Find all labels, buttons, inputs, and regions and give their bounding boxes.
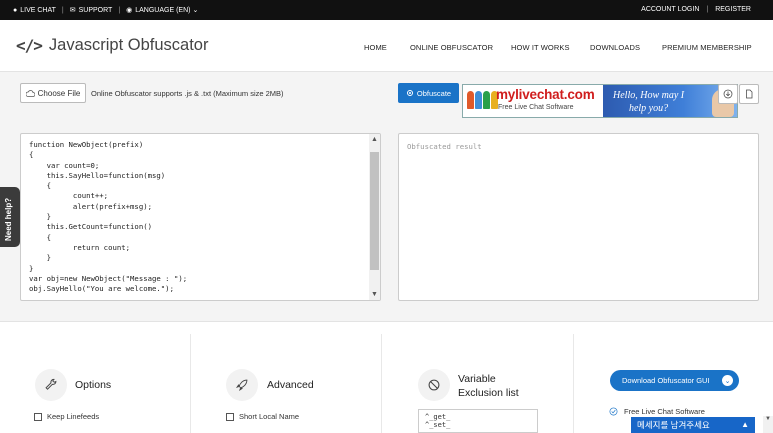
support-link[interactable]: ✉ SUPPORT [70, 6, 113, 14]
download-circle-icon [723, 89, 733, 99]
copy-result-button[interactable] [739, 84, 759, 104]
ad-tagline: Hello, How may I help you? [613, 90, 685, 114]
result-placeholder: Obfuscated result [407, 142, 482, 151]
site-title: Javascript Obfuscator [48, 36, 209, 54]
checkbox[interactable] [226, 412, 234, 421]
divider [381, 334, 382, 433]
short-local-name-option[interactable]: Short Local Name [226, 412, 299, 421]
checkbox[interactable] [34, 412, 42, 421]
ad-banner[interactable]: mylivechat.com Free Live Chat Software H… [462, 84, 738, 118]
chevron-down-icon: ⌄ [722, 375, 733, 386]
scrollbar-thumb[interactable] [370, 152, 379, 270]
top-bar: ● LIVE CHAT | ✉ SUPPORT | ◉ LANGUAGE (EN) ⌄… [0, 0, 773, 20]
advanced-title: Advanced [267, 379, 314, 391]
language-selector[interactable]: ◉ LANGUAGE (EN) ⌄ [126, 6, 198, 14]
nav-home[interactable]: HOME [364, 43, 387, 52]
file-support-note: Online Obfuscator supports .js & .txt (M… [91, 89, 284, 98]
scroll-up-icon[interactable]: ▲ [371, 136, 378, 143]
document-icon [746, 89, 753, 99]
divider: | [118, 6, 121, 14]
cloud-upload-icon [25, 89, 35, 97]
chevron-down-icon: ⌄ [192, 7, 199, 14]
download-result-button[interactable] [718, 84, 738, 104]
globe-icon: ◉ [126, 7, 133, 14]
editor-scrollbar[interactable]: ▲ ▼ [369, 134, 380, 300]
code-input-editor[interactable]: function NewObject(prefix) { var count=0… [20, 133, 381, 301]
nav-how-it-works[interactable]: HOW IT WORKS [511, 43, 570, 52]
nav-premium-membership[interactable]: PREMIUM MEMBERSHIP [662, 43, 752, 52]
site-header: </> Javascript Obfuscator HOME ONLINE OB… [0, 20, 773, 72]
choose-file-button[interactable]: Choose File [20, 83, 86, 103]
need-help-tab[interactable]: Need help? [0, 187, 20, 247]
nav-online-obfuscator[interactable]: ONLINE OBFUSCATOR [410, 43, 493, 52]
ad-brand: mylivechat.com [496, 87, 595, 102]
feature-item: Free Live Chat Software [609, 407, 705, 416]
register-link[interactable]: REGISTER [715, 6, 751, 13]
envelope-icon: ✉ [69, 7, 76, 14]
chevron-up-icon: ▲ [741, 420, 749, 429]
account-login-link[interactable]: ACCOUNT LOGIN [641, 6, 699, 13]
rocket-icon [226, 369, 258, 401]
wrench-icon [35, 369, 67, 401]
people-icon [467, 91, 498, 109]
source-code[interactable]: function NewObject(prefix) { var count=0… [21, 134, 380, 294]
nav-downloads[interactable]: DOWNLOADS [590, 43, 640, 52]
ad-subtitle: Free Live Chat Software [498, 104, 574, 111]
code-brackets-icon: </> [16, 36, 43, 55]
divider: | [61, 6, 64, 14]
site-logo[interactable]: </> Javascript Obfuscator [16, 36, 208, 55]
chat-bubble-icon: ● [13, 6, 18, 14]
options-title: Options [75, 379, 112, 391]
divider [190, 334, 191, 433]
keep-linefeeds-option[interactable]: Keep Linefeeds [34, 412, 99, 421]
scroll-down-icon[interactable]: ▼ [371, 291, 378, 298]
divider [573, 334, 574, 433]
obfuscated-result-area[interactable]: Obfuscated result [398, 133, 759, 301]
exclusion-list-title: Variable Exclusion list [458, 373, 519, 399]
page-scrollbar[interactable]: ▼ [763, 416, 773, 433]
gear-icon [406, 90, 413, 96]
exclusion-list-input[interactable]: ^_get_ ^_set_ [418, 409, 538, 433]
ban-icon [418, 369, 450, 401]
obfuscate-button[interactable]: Obfuscate [398, 83, 459, 103]
live-chat-widget[interactable]: 메세지를 남겨주세요 ▲ [631, 417, 755, 433]
divider: | [706, 6, 709, 13]
live-chat-link[interactable]: ● LIVE CHAT [13, 7, 56, 14]
check-circle-icon [609, 407, 618, 416]
download-obfuscator-gui-button[interactable]: Download Obfuscator GUI ⌄ [610, 370, 739, 391]
